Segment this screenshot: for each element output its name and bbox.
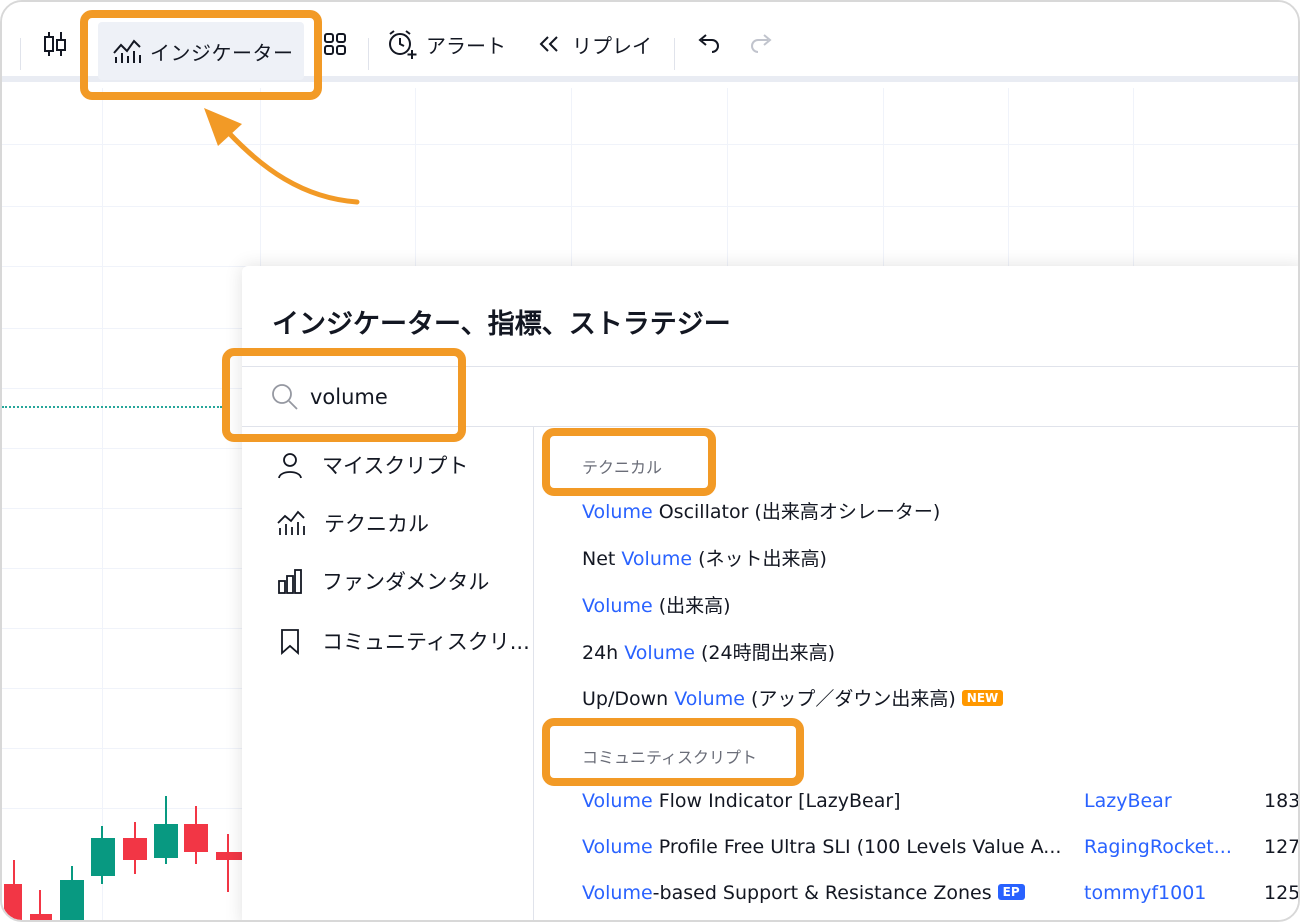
candlesticks bbox=[4, 796, 242, 920]
result-item[interactable]: Volume Oscillator (出来高オシレーター) bbox=[582, 497, 940, 524]
candle-type-button[interactable] bbox=[42, 24, 68, 64]
replay-label: リプレイ bbox=[572, 33, 652, 58]
replay-button[interactable]: リプレイ bbox=[536, 24, 652, 64]
nav-label: テクニカル bbox=[324, 512, 429, 536]
likes-count: 1271 bbox=[1264, 836, 1300, 858]
undo-icon bbox=[698, 34, 719, 53]
nav-label: マイスクリプト bbox=[322, 454, 469, 478]
result-item[interactable]: Volume Flow Indicator [LazyBear] bbox=[582, 790, 901, 812]
alert-label: アラート bbox=[426, 33, 506, 58]
nav-label: コミュニティスクリ... bbox=[322, 630, 530, 654]
author-link[interactable]: RagingRocket... bbox=[1084, 836, 1232, 858]
author-link[interactable]: LazyBear bbox=[1084, 790, 1172, 812]
undo-button[interactable] bbox=[694, 24, 722, 64]
highlight-box bbox=[80, 10, 322, 100]
highlight-box bbox=[542, 718, 804, 786]
redo-icon bbox=[751, 34, 772, 53]
templates-button[interactable] bbox=[322, 24, 348, 64]
redo-button[interactable] bbox=[748, 24, 776, 64]
app-window: インジケーター アラート リプレイ インジケーター、指標、ストラテジー volu… bbox=[0, 0, 1300, 922]
alarm-clock-icon bbox=[389, 30, 417, 59]
arrow-icon bbox=[204, 108, 360, 205]
grid-icon bbox=[324, 33, 346, 55]
chart-icon bbox=[277, 510, 305, 535]
nav-item-my-scripts[interactable]: マイスクリプト bbox=[276, 445, 468, 485]
rewind-icon bbox=[539, 36, 558, 52]
alert-button[interactable]: アラート bbox=[386, 24, 506, 64]
bars-icon bbox=[278, 569, 302, 594]
likes-count: 1250 bbox=[1264, 882, 1300, 904]
likes-count: 1836 bbox=[1264, 790, 1300, 812]
highlight-box bbox=[222, 348, 466, 442]
ep-badge: EP bbox=[997, 884, 1025, 900]
new-badge: NEW bbox=[961, 690, 1004, 706]
nav-item-technical[interactable]: テクニカル bbox=[276, 503, 429, 543]
result-item[interactable]: Volume Profile Free Ultra SLI (100 Level… bbox=[582, 836, 1061, 858]
category-nav: マイスクリプト テクニカル ファンダメンタル コミュニティスクリ... bbox=[242, 427, 534, 920]
nav-label: ファンダメンタル bbox=[322, 570, 490, 594]
nav-item-community[interactable]: コミュニティスクリ... bbox=[276, 621, 530, 661]
result-item[interactable]: Volume-based Support & Resistance Zones E… bbox=[582, 882, 1025, 904]
price-line bbox=[2, 406, 222, 408]
dialog-title: インジケーター、指標、ストラテジー bbox=[272, 309, 731, 340]
candles-icon bbox=[44, 32, 66, 56]
bookmark-icon bbox=[281, 629, 299, 655]
nav-item-fundamental[interactable]: ファンダメンタル bbox=[276, 561, 489, 601]
author-link[interactable]: tommyf1001 bbox=[1084, 882, 1206, 904]
person-icon bbox=[278, 453, 302, 479]
result-item[interactable]: 24h Volume (24時間出来高) bbox=[582, 638, 835, 665]
highlight-box bbox=[542, 428, 716, 496]
result-item[interactable]: Volume (出来高) bbox=[582, 591, 731, 618]
result-item[interactable]: Up/Down Volume (アップ／ダウン出来高) NEW bbox=[582, 684, 1004, 711]
result-item[interactable]: Net Volume (ネット出来高) bbox=[582, 544, 827, 571]
